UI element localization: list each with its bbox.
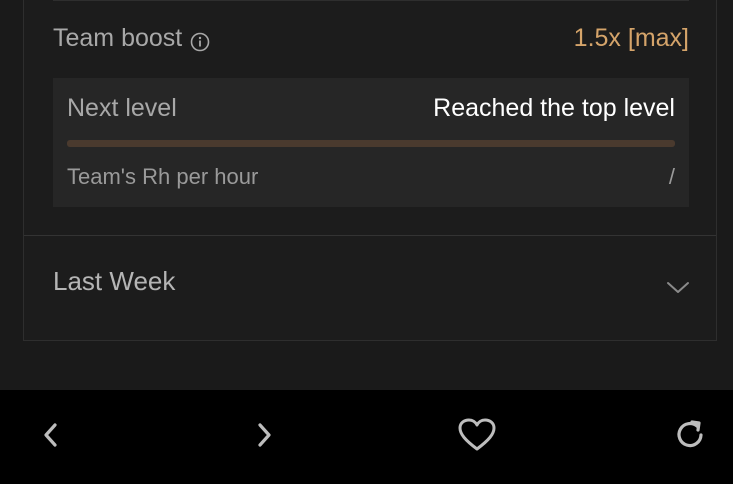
team-boost-value: 1.5x [max] (573, 24, 689, 52)
section-divider (24, 235, 716, 236)
top-divider (53, 0, 689, 1)
next-level-label: Next level (67, 94, 177, 122)
team-rh-label: Team's Rh per hour (67, 164, 259, 189)
next-level-value: Reached the top level (433, 94, 675, 122)
chevron-left-icon (39, 420, 63, 450)
chevron-down-icon[interactable] (665, 278, 691, 296)
last-week-label[interactable]: Last Week (53, 266, 175, 297)
level-panel: Next level Reached the top level Team's … (53, 78, 689, 207)
app-root: Team boost 1.5x [max] Next level Reached… (0, 0, 733, 484)
content-area: Team boost 1.5x [max] Next level Reached… (0, 0, 733, 390)
chevron-right-icon (252, 420, 276, 450)
team-rh-value: / (668, 164, 675, 189)
level-progress-fill (67, 140, 675, 147)
reload-button[interactable] (665, 410, 715, 460)
team-boost-row: Team boost (53, 24, 210, 53)
level-progress-bar (67, 140, 675, 147)
back-button[interactable] (26, 410, 76, 460)
reload-icon (672, 417, 708, 453)
browser-toolbar (0, 390, 733, 484)
forward-button[interactable] (239, 410, 289, 460)
favorite-button[interactable] (452, 410, 502, 460)
info-icon[interactable] (190, 30, 210, 51)
team-boost-label: Team boost (53, 24, 183, 52)
heart-icon (457, 417, 497, 453)
